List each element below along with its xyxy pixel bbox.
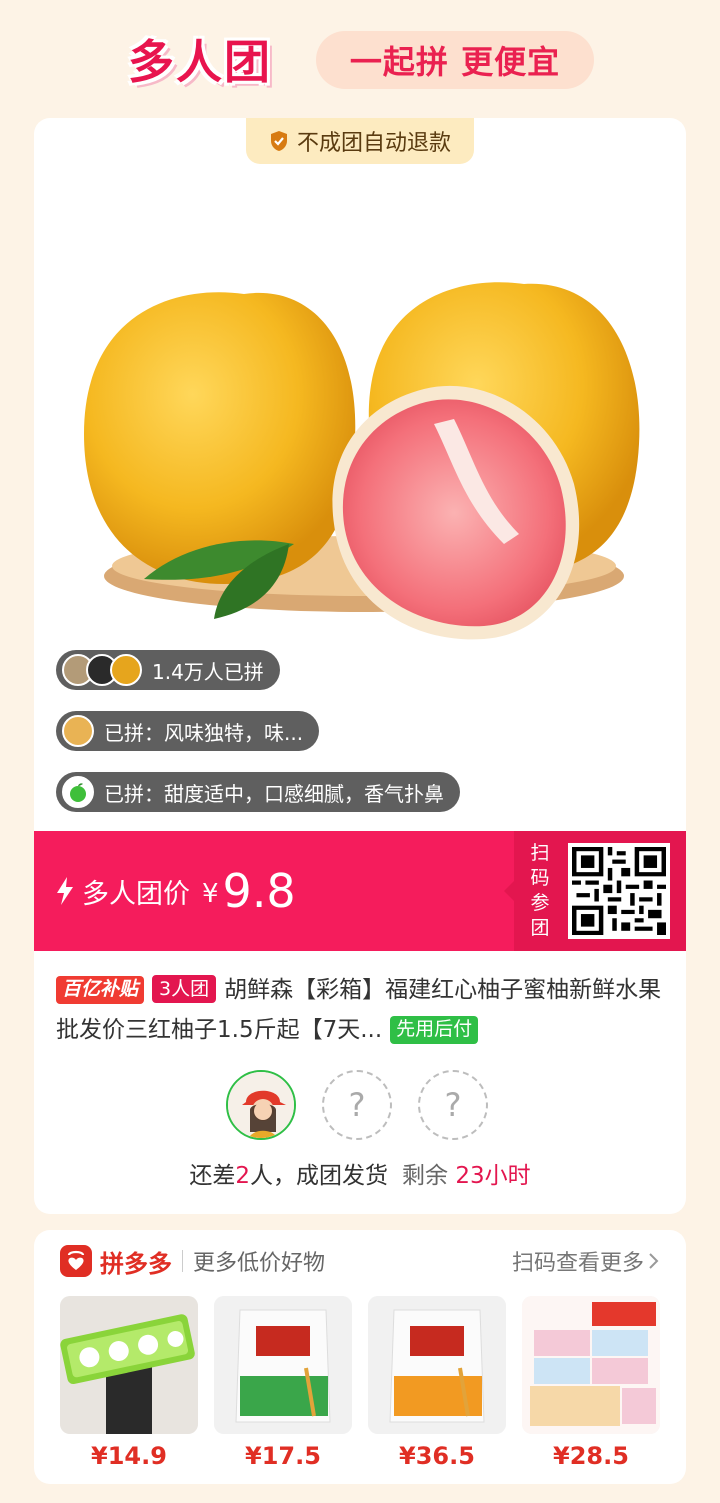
pay-later-tag: 先用后付 <box>390 1016 479 1044</box>
qr-code-icon <box>572 847 666 935</box>
goods-price: ¥36.5 <box>399 1442 475 1470</box>
review-text: 已拼：风味独特，味... <box>104 720 304 745</box>
status-prefix: 还差 <box>189 1163 236 1189</box>
goods-price: ¥28.5 <box>553 1442 629 1470</box>
brand-name: 拼多多 <box>100 1249 172 1278</box>
review-pill: 已拼：风味独特，味... <box>56 711 320 751</box>
joined-count-pill: 1.4万人已拼 <box>56 650 280 690</box>
status-suffix: 人，成团发货 <box>250 1163 389 1189</box>
apple-icon <box>70 783 86 802</box>
avatar <box>110 654 142 686</box>
scan-see-more-link[interactable]: 扫码查看更多 <box>512 1244 660 1278</box>
goods-item[interactable]: ¥14.9 <box>60 1296 198 1470</box>
goods-image <box>368 1296 506 1434</box>
group-price: 9.8 <box>222 864 296 918</box>
refund-text: 不成团自动退款 <box>296 131 451 156</box>
joined-count-text: 1.4万人已拼 <box>152 659 264 684</box>
price-label: 多人团价 <box>82 878 190 910</box>
goods-image <box>214 1296 352 1434</box>
goods-image <box>60 1296 198 1434</box>
slogan: 一起拼 更便宜 <box>316 31 594 89</box>
needed-count: 2 <box>235 1163 251 1189</box>
pinduoduo-brand: 拼多多 更多低价好物 <box>60 1244 325 1278</box>
more-goods-card: 拼多多 更多低价好物 扫码查看更多 ¥14.9 ¥17.5 ¥36.5 ¥28.… <box>34 1230 686 1484</box>
scan-to-join[interactable]: 扫码参团 <box>504 831 686 951</box>
qr-code[interactable] <box>568 843 670 939</box>
lightning-icon <box>57 877 73 905</box>
goods-image <box>522 1296 660 1434</box>
group-buy-card: 不成团自动退款 1.4万人已拼 已拼：风味独特，味... 已拼：甜度适中，口感细… <box>34 118 686 1214</box>
goods-item[interactable]: ¥17.5 <box>214 1296 352 1470</box>
shield-check-icon <box>270 131 287 151</box>
group-member-slots: ? ? <box>226 1070 488 1140</box>
goods-item[interactable]: ¥28.5 <box>522 1296 660 1470</box>
scan-label: 扫码参团 <box>530 842 550 939</box>
tissue-boxes-icon <box>522 1296 660 1434</box>
goods-price: ¥17.5 <box>245 1442 321 1470</box>
toilet-paper-pack-icon <box>60 1296 198 1434</box>
goods-list: ¥14.9 ¥17.5 ¥36.5 ¥28.5 <box>60 1296 660 1470</box>
review-pill: 已拼：甜度适中，口感细腻，香气扑鼻 <box>56 772 460 812</box>
divider <box>182 1250 183 1272</box>
refund-guarantee-badge: 不成团自动退款 <box>246 118 474 164</box>
goods-price: ¥14.9 <box>91 1442 167 1470</box>
review-text: 已拼：甜度适中，口感细腻，香气扑鼻 <box>104 781 444 806</box>
remain-label: 剩余 <box>402 1163 449 1189</box>
duorentuan-logo: 多人团 <box>128 35 272 89</box>
pinduoduo-logo-icon <box>60 1245 92 1277</box>
avatar <box>62 776 94 808</box>
product-title[interactable]: 百亿补贴 3人团 胡鲜森【彩箱】福建红心柚子蜜柚新鲜水果批发价三红柚子1.5斤起【7… <box>56 970 666 1050</box>
product-title-text: 胡鲜森【彩箱】福建红心柚子蜜柚新鲜水果批发价三红柚子1.5斤起【7天... <box>56 977 662 1043</box>
subsidy-tag: 百亿补贴 <box>56 976 145 1004</box>
member-avatar <box>226 1070 296 1140</box>
goods-item[interactable]: ¥36.5 <box>368 1296 506 1470</box>
flour-bag-green-icon <box>214 1296 352 1434</box>
user-avatar-icon <box>228 1072 294 1138</box>
remain-time: 23小时 <box>455 1163 531 1189</box>
avatar <box>62 715 94 747</box>
more-subtitle: 更多低价好物 <box>193 1251 326 1276</box>
header: 多人团 一起拼 更便宜 <box>0 0 720 118</box>
currency-symbol: ¥ <box>202 879 219 909</box>
flour-bag-orange-icon <box>368 1296 506 1434</box>
empty-member-slot: ? <box>418 1070 488 1140</box>
group-status: 还差2人，成团发货 剩余 23小时 <box>34 1156 686 1190</box>
price-bar: 多人团价 ¥ 9.8 扫码参团 <box>34 831 686 951</box>
empty-member-slot: ? <box>322 1070 392 1140</box>
group-size-tag: 3人团 <box>152 975 217 1003</box>
chevron-right-icon <box>649 1253 659 1269</box>
see-more-text: 扫码查看更多 <box>511 1251 644 1276</box>
